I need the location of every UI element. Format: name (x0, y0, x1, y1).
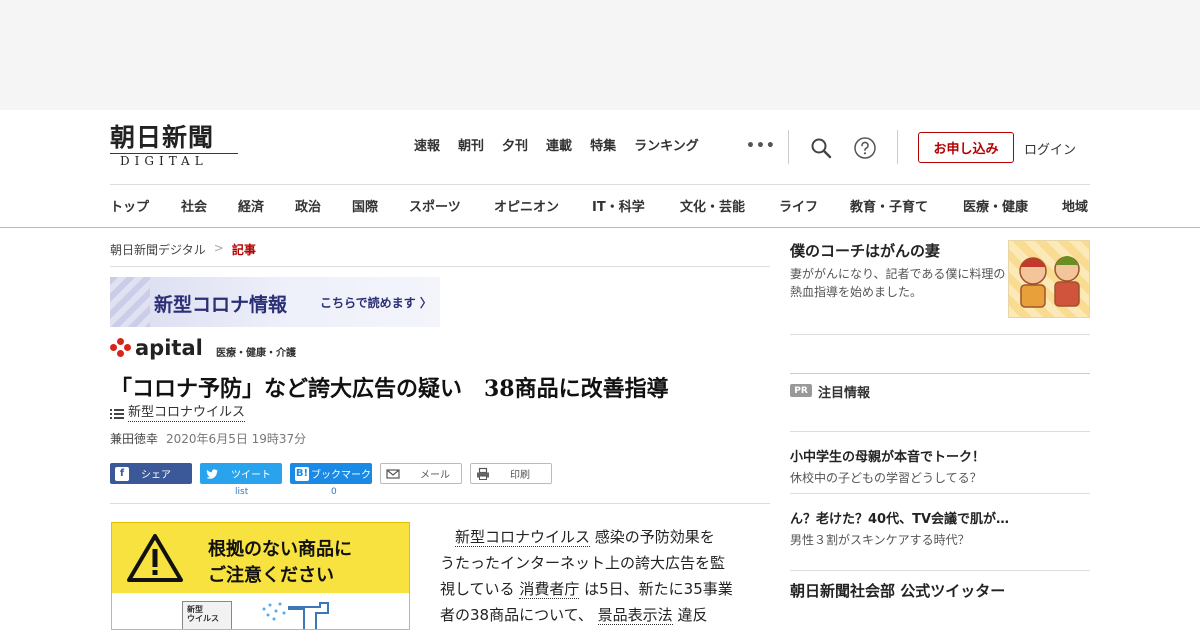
chevron-right-icon: 〉 (419, 296, 432, 310)
keyword-link[interactable]: 新型コロナウイルス (455, 528, 591, 547)
printer-icon (477, 467, 489, 480)
corona-banner-link: こちらで読めます 〉 (320, 296, 432, 310)
topnav-item-evening[interactable]: 夕刊 (502, 138, 528, 156)
apital-category: 医療・健康・介護 (216, 348, 296, 359)
article-headline: 「コロナ予防」など誇大広告の疑い 38商品に改善指導 (110, 376, 669, 402)
product-box-illustration: 新型 ウイルス (182, 601, 232, 629)
mail-icon (386, 468, 400, 479)
topnav-item-morning[interactable]: 朝刊 (458, 138, 484, 156)
image-text-line1: 根拠のない商品に (208, 539, 352, 560)
breadcrumb-home[interactable]: 朝日新聞デジタル (110, 241, 206, 258)
login-link[interactable]: ログイン (1024, 139, 1076, 158)
share-divider (110, 503, 770, 504)
category-item-education[interactable]: 教育・子育て (850, 196, 928, 215)
mail-share-button[interactable]: メール (380, 463, 462, 484)
spray-icon (262, 602, 329, 629)
breadcrumb-separator: > (213, 241, 224, 255)
pr-item-desc[interactable]: 休校中の子どもの学習どうしてる？ (790, 469, 982, 486)
category-item-life[interactable]: ライフ (779, 196, 818, 215)
breadcrumb: 朝日新聞デジタル > 記事 (110, 241, 256, 258)
sidebar-divider (790, 334, 1090, 335)
tweet-count[interactable]: list (235, 487, 248, 497)
category-item-sports[interactable]: スポーツ (409, 196, 461, 215)
pr-item-desc[interactable]: 男性３割がスキンケアする時代？ (790, 531, 970, 548)
category-item-region[interactable]: 地域 (1062, 196, 1088, 215)
topnav-item-breaking[interactable]: 速報 (414, 138, 440, 156)
category-item-culture[interactable]: 文化・芸能 (680, 196, 745, 215)
site-logo[interactable]: 朝日新聞 DIGITAL (110, 124, 240, 170)
sidebar-feature-thumbnail[interactable] (1008, 240, 1090, 318)
facebook-share-button[interactable]: f シェア (110, 463, 192, 484)
keyword-link[interactable]: 消費者庁 (519, 580, 580, 599)
topnav-item-ranking[interactable]: ランキング (634, 138, 699, 156)
ad-banner-area (0, 0, 1200, 110)
apital-dots-icon (110, 338, 132, 358)
list-icon (110, 408, 124, 419)
category-item-society[interactable]: 社会 (181, 196, 207, 215)
banner-decoration (110, 277, 150, 327)
category-item-international[interactable]: 国際 (352, 196, 378, 215)
article-image[interactable]: 根拠のない商品に ご注意ください 新型 ウイルス (111, 522, 410, 630)
breadcrumb-current: 記事 (231, 243, 256, 257)
image-text-line2: ご注意ください (208, 565, 334, 586)
category-item-economy[interactable]: 経済 (238, 196, 264, 215)
apital-wordmark: apital (135, 336, 203, 360)
category-item-politics[interactable]: 政治 (295, 196, 321, 215)
byline: 兼田徳幸 2020年6月5日 19時37分 (110, 430, 306, 447)
author-name: 兼田徳幸 (110, 432, 159, 446)
hatena-icon: B! (295, 466, 309, 481)
header-divider (110, 184, 1090, 185)
help-icon[interactable] (853, 136, 877, 160)
logo-main-text: 朝日新聞 (110, 123, 215, 152)
topnav-item-feature[interactable]: 特集 (590, 138, 616, 156)
top-nav: 速報 朝刊 夕刊 連載 特集 ランキング (414, 138, 717, 156)
category-item-it-science[interactable]: IT・科学 (592, 196, 645, 215)
topnav-item-series[interactable]: 連載 (546, 138, 572, 156)
tag-link-corona[interactable]: 新型コロナウイルス (128, 405, 246, 422)
pr-item-title[interactable]: 小中学生の母親が本音でトーク！ (790, 446, 985, 465)
header-divider (897, 130, 898, 164)
pr-badge: PR (790, 384, 812, 397)
article-body: 新型コロナウイルス 感染の予防効果を うたったインターネット上の誇大広告を監 視… (440, 528, 733, 625)
header-bottom-border (0, 227, 1200, 228)
publish-datetime: 2020年6月5日 19時37分 (166, 432, 307, 446)
corona-banner-title: 新型コロナ情報 (154, 294, 288, 316)
sidebar-divider (790, 373, 1090, 374)
logo-sub-text: DIGITAL (120, 154, 208, 168)
category-item-health[interactable]: 医療・健康 (963, 196, 1028, 215)
sidebar-divider (790, 431, 1090, 432)
pr-item-title[interactable]: ん？老けた？40代、TV会議で肌が… (790, 508, 1009, 527)
breadcrumb-divider (110, 266, 770, 267)
twitter-bird-icon (206, 468, 218, 479)
facebook-icon: f (115, 466, 129, 481)
search-icon[interactable] (809, 136, 833, 160)
twitter-share-button[interactable]: ツイート (200, 463, 282, 484)
illustration-icon (1019, 256, 1080, 308)
sidebar-twitter-title[interactable]: 朝日新聞社会部 公式ツイッター (790, 580, 1005, 601)
sidebar-feature-desc[interactable]: 妻ががんになり、記者である僕に料理の熱血指導を始めました。 (790, 265, 1010, 301)
corona-info-banner[interactable]: 新型コロナ情報 こちらで読めます 〉 (110, 277, 440, 327)
keyword-link[interactable]: 景品表示法 (597, 606, 673, 625)
sidebar-divider (790, 493, 1090, 494)
sidebar-feature-title[interactable]: 僕のコーチはがんの妻 (790, 240, 940, 261)
apital-logo[interactable]: apital (110, 337, 203, 359)
category-nav: トップ 社会 経済 政治 国際 スポーツ オピニオン IT・科学 文化・芸能 ラ… (110, 196, 1090, 216)
category-item-top[interactable]: トップ (110, 196, 149, 215)
category-item-opinion[interactable]: オピニオン (494, 196, 559, 215)
header-divider (788, 130, 789, 164)
print-button[interactable]: 印刷 (470, 463, 552, 484)
sidebar-divider (790, 570, 1090, 571)
article-tag: 新型コロナウイルス (110, 405, 246, 422)
more-icon[interactable]: ••• (746, 138, 776, 154)
hatena-bookmark-button[interactable]: B! ブックマーク (290, 463, 372, 484)
subscribe-button[interactable]: お申し込み (918, 132, 1014, 163)
bookmark-count[interactable]: 0 (331, 487, 337, 497)
pr-section-title: 注目情報 (818, 386, 871, 401)
warning-icon (127, 534, 183, 582)
